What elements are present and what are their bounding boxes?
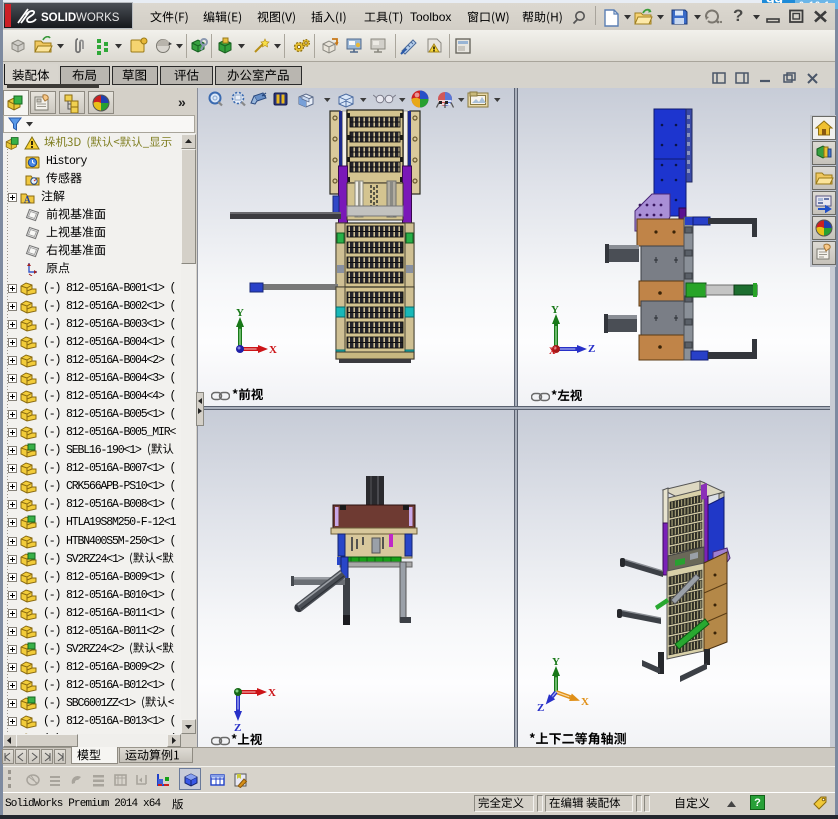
svg-text:X: X [269,344,277,356]
svg-text:Y: Y [551,304,559,316]
svg-text:WORKS: WORKS [76,12,120,24]
svg-text:Z: Z [537,702,544,714]
svg-text:X: X [268,687,276,699]
svg-text:SOLID: SOLID [41,12,76,24]
svg-text:Z: Z [588,343,595,355]
svg-text:Y: Y [552,656,560,668]
svg-text:X: X [581,696,589,708]
svg-text:Y: Y [236,307,244,319]
